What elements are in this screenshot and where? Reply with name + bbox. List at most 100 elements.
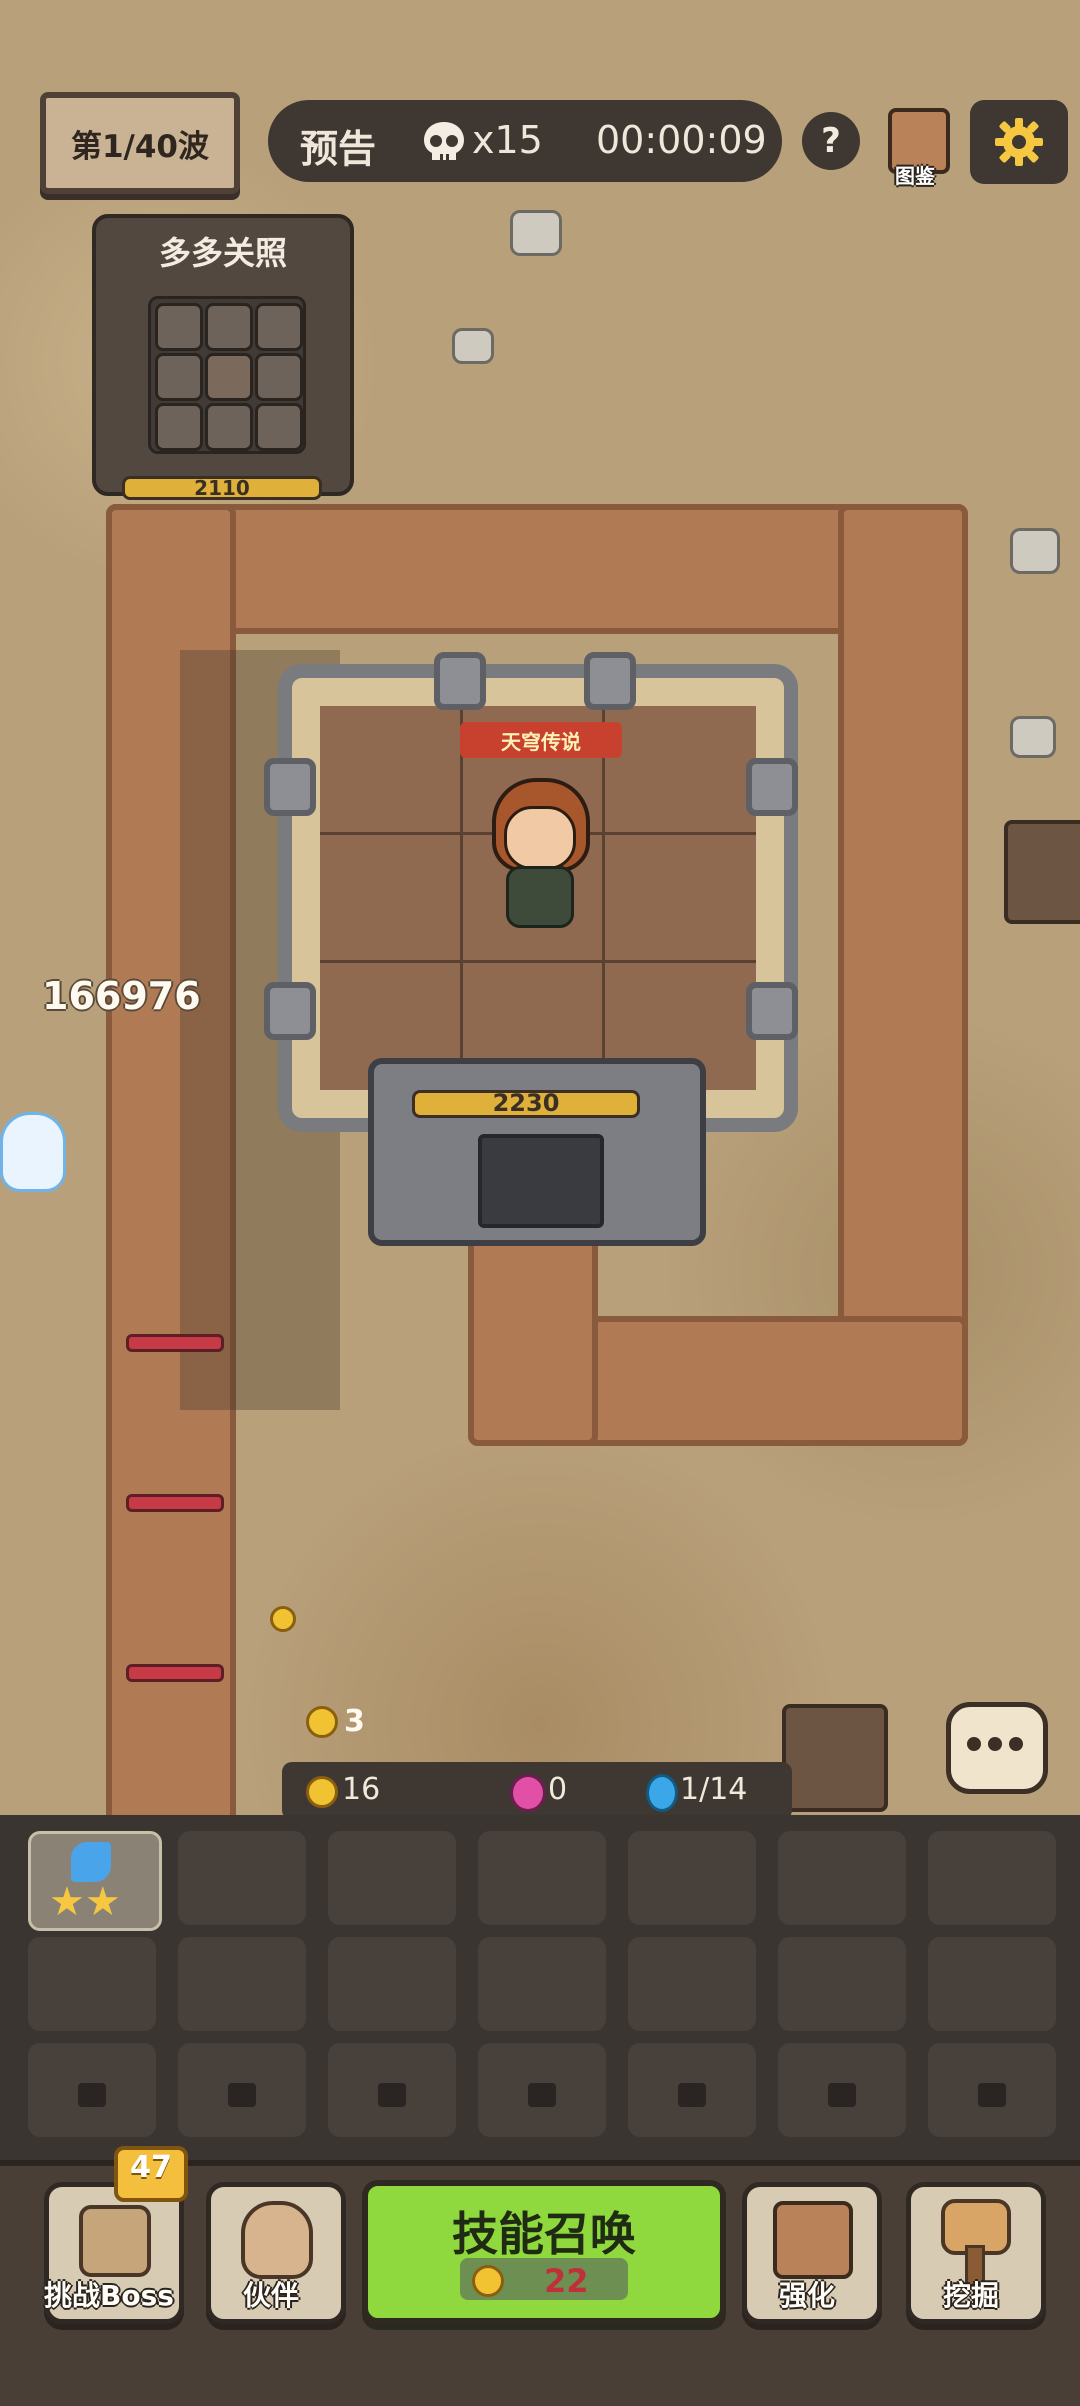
spellbook-icon [773,2201,853,2279]
dropped-coin-icon[interactable] [270,1606,296,1632]
help-icon: ? [821,121,841,161]
unit-slot[interactable] [778,1831,906,1925]
unit-slot[interactable] [478,1937,606,2031]
wall-pillar [264,982,316,1040]
gold-coin-icon [306,1776,338,1808]
wall-pillar [746,758,798,816]
coin-icon [306,1706,338,1738]
ally-grid-cell-hero [205,353,253,401]
wall-pillar [434,652,486,710]
unit-slot[interactable] [178,1831,306,1925]
watchtower-decoration [782,1704,888,1812]
enemy-hp-bar [126,1494,224,1512]
lock-icon [678,2083,706,2107]
challenge-boss-label: 挑战Boss [44,2279,174,2312]
two-star-icon: ★★ [49,1879,121,1925]
unit-flame-icon [646,1774,678,1812]
enhance-label: 强化 [778,2279,835,2312]
path-right [838,504,968,1446]
partner-label: 伙伴 [242,2279,299,2312]
enemy-count: x15 [472,118,543,162]
damage-number: 166976 [42,974,201,1018]
codex-label: 图鉴 [895,164,935,188]
codex-button[interactable]: 图鉴 [878,104,952,188]
ally-mini-panel[interactable]: 多多关照 2110 [92,214,354,500]
watchtower-decoration [1004,820,1080,924]
enemy-hp-bar [126,1664,224,1682]
unit-slot-locked [28,2043,156,2137]
settings-button[interactable] [970,100,1068,184]
unit-slot[interactable] [28,1937,156,2031]
unit-slot[interactable] [328,1831,456,1925]
wall-pillar [264,758,316,816]
hero-face [504,806,576,870]
forecast-label: 预告 [300,127,377,171]
horn-icon [79,2205,151,2277]
lock-icon [378,2083,406,2107]
skull-icon [424,122,464,160]
coin-icon [472,2265,504,2297]
lock-icon [528,2083,556,2107]
ally-grid-cell [255,353,303,401]
summon-cost-box: 22 [460,2258,628,2300]
enemy-ghost [0,1112,66,1192]
unit-grid: ★★ [0,1815,1080,2160]
unit-slot-occupied[interactable]: ★★ [28,1831,162,1931]
unit-slot-locked [928,2043,1056,2137]
hero-title-tag: 天穹传说 [460,722,622,758]
unit-slot[interactable] [628,1937,756,2031]
unit-slot[interactable] [328,1937,456,2031]
skill-summon-button[interactable]: 技能召唤 22 [362,2180,726,2324]
summon-title: 技能召唤 [452,2207,636,2261]
ally-grid-cell [155,353,203,401]
ally-grid-cell [155,403,203,451]
chat-button[interactable] [946,1702,1048,1794]
blue-flame-unit-icon [71,1842,111,1882]
unit-slot[interactable] [628,1831,756,1925]
unit-slot[interactable] [178,1937,306,2031]
lock-icon [78,2083,106,2107]
gem-amount: 0 [548,1772,568,1807]
ally-panel-title: 多多关照 [158,234,287,272]
fortress-hp-bar: 2230 [412,1090,640,1118]
rock-decoration [1010,716,1056,758]
gold-amount: 16 [342,1772,381,1807]
gear-icon [995,118,1043,166]
ally-grid-cell [255,403,303,451]
unit-slot[interactable] [478,1831,606,1925]
unit-slot-locked [778,2043,906,2137]
unit-slot[interactable] [928,1937,1056,2031]
unit-capacity: 1/14 [680,1772,748,1807]
ally-grid-cell [205,403,253,451]
floor-line [460,706,463,1090]
enemy-hp-bar [126,1334,224,1352]
hero-body [506,866,574,928]
floor-line [602,706,605,1090]
gem-icon [510,1774,546,1812]
hero-character[interactable] [486,778,590,928]
resource-bar: 16 0 1/14 [282,1762,792,1820]
unit-slot-locked [478,2043,606,2137]
unit-slot[interactable] [778,1937,906,2031]
wave-counter: 第1/40波 [40,92,240,194]
unit-slot-locked [628,2043,756,2137]
partner-avatar-icon [241,2201,313,2279]
challenge-badge: 47 [114,2146,188,2202]
coin-gain-value: 3 [344,1704,365,1739]
lock-icon [828,2083,856,2107]
summon-cost: 22 [544,2262,589,2300]
ally-grid [148,296,306,454]
ally-grid-cell [205,303,253,351]
unit-slot-locked [178,2043,306,2137]
chat-dots-icon [967,1737,1023,1753]
ally-hp-bar: 2110 [122,476,322,500]
fortress-gate [368,1058,706,1246]
wall-pillar [746,982,798,1040]
rock-decoration [510,210,562,256]
help-button[interactable]: ? [802,112,860,170]
dig-label: 挖掘 [942,2279,999,2312]
floor-line [320,960,756,963]
lock-icon [978,2083,1006,2107]
unit-slot[interactable] [928,1831,1056,1925]
ally-grid-cell [255,303,303,351]
